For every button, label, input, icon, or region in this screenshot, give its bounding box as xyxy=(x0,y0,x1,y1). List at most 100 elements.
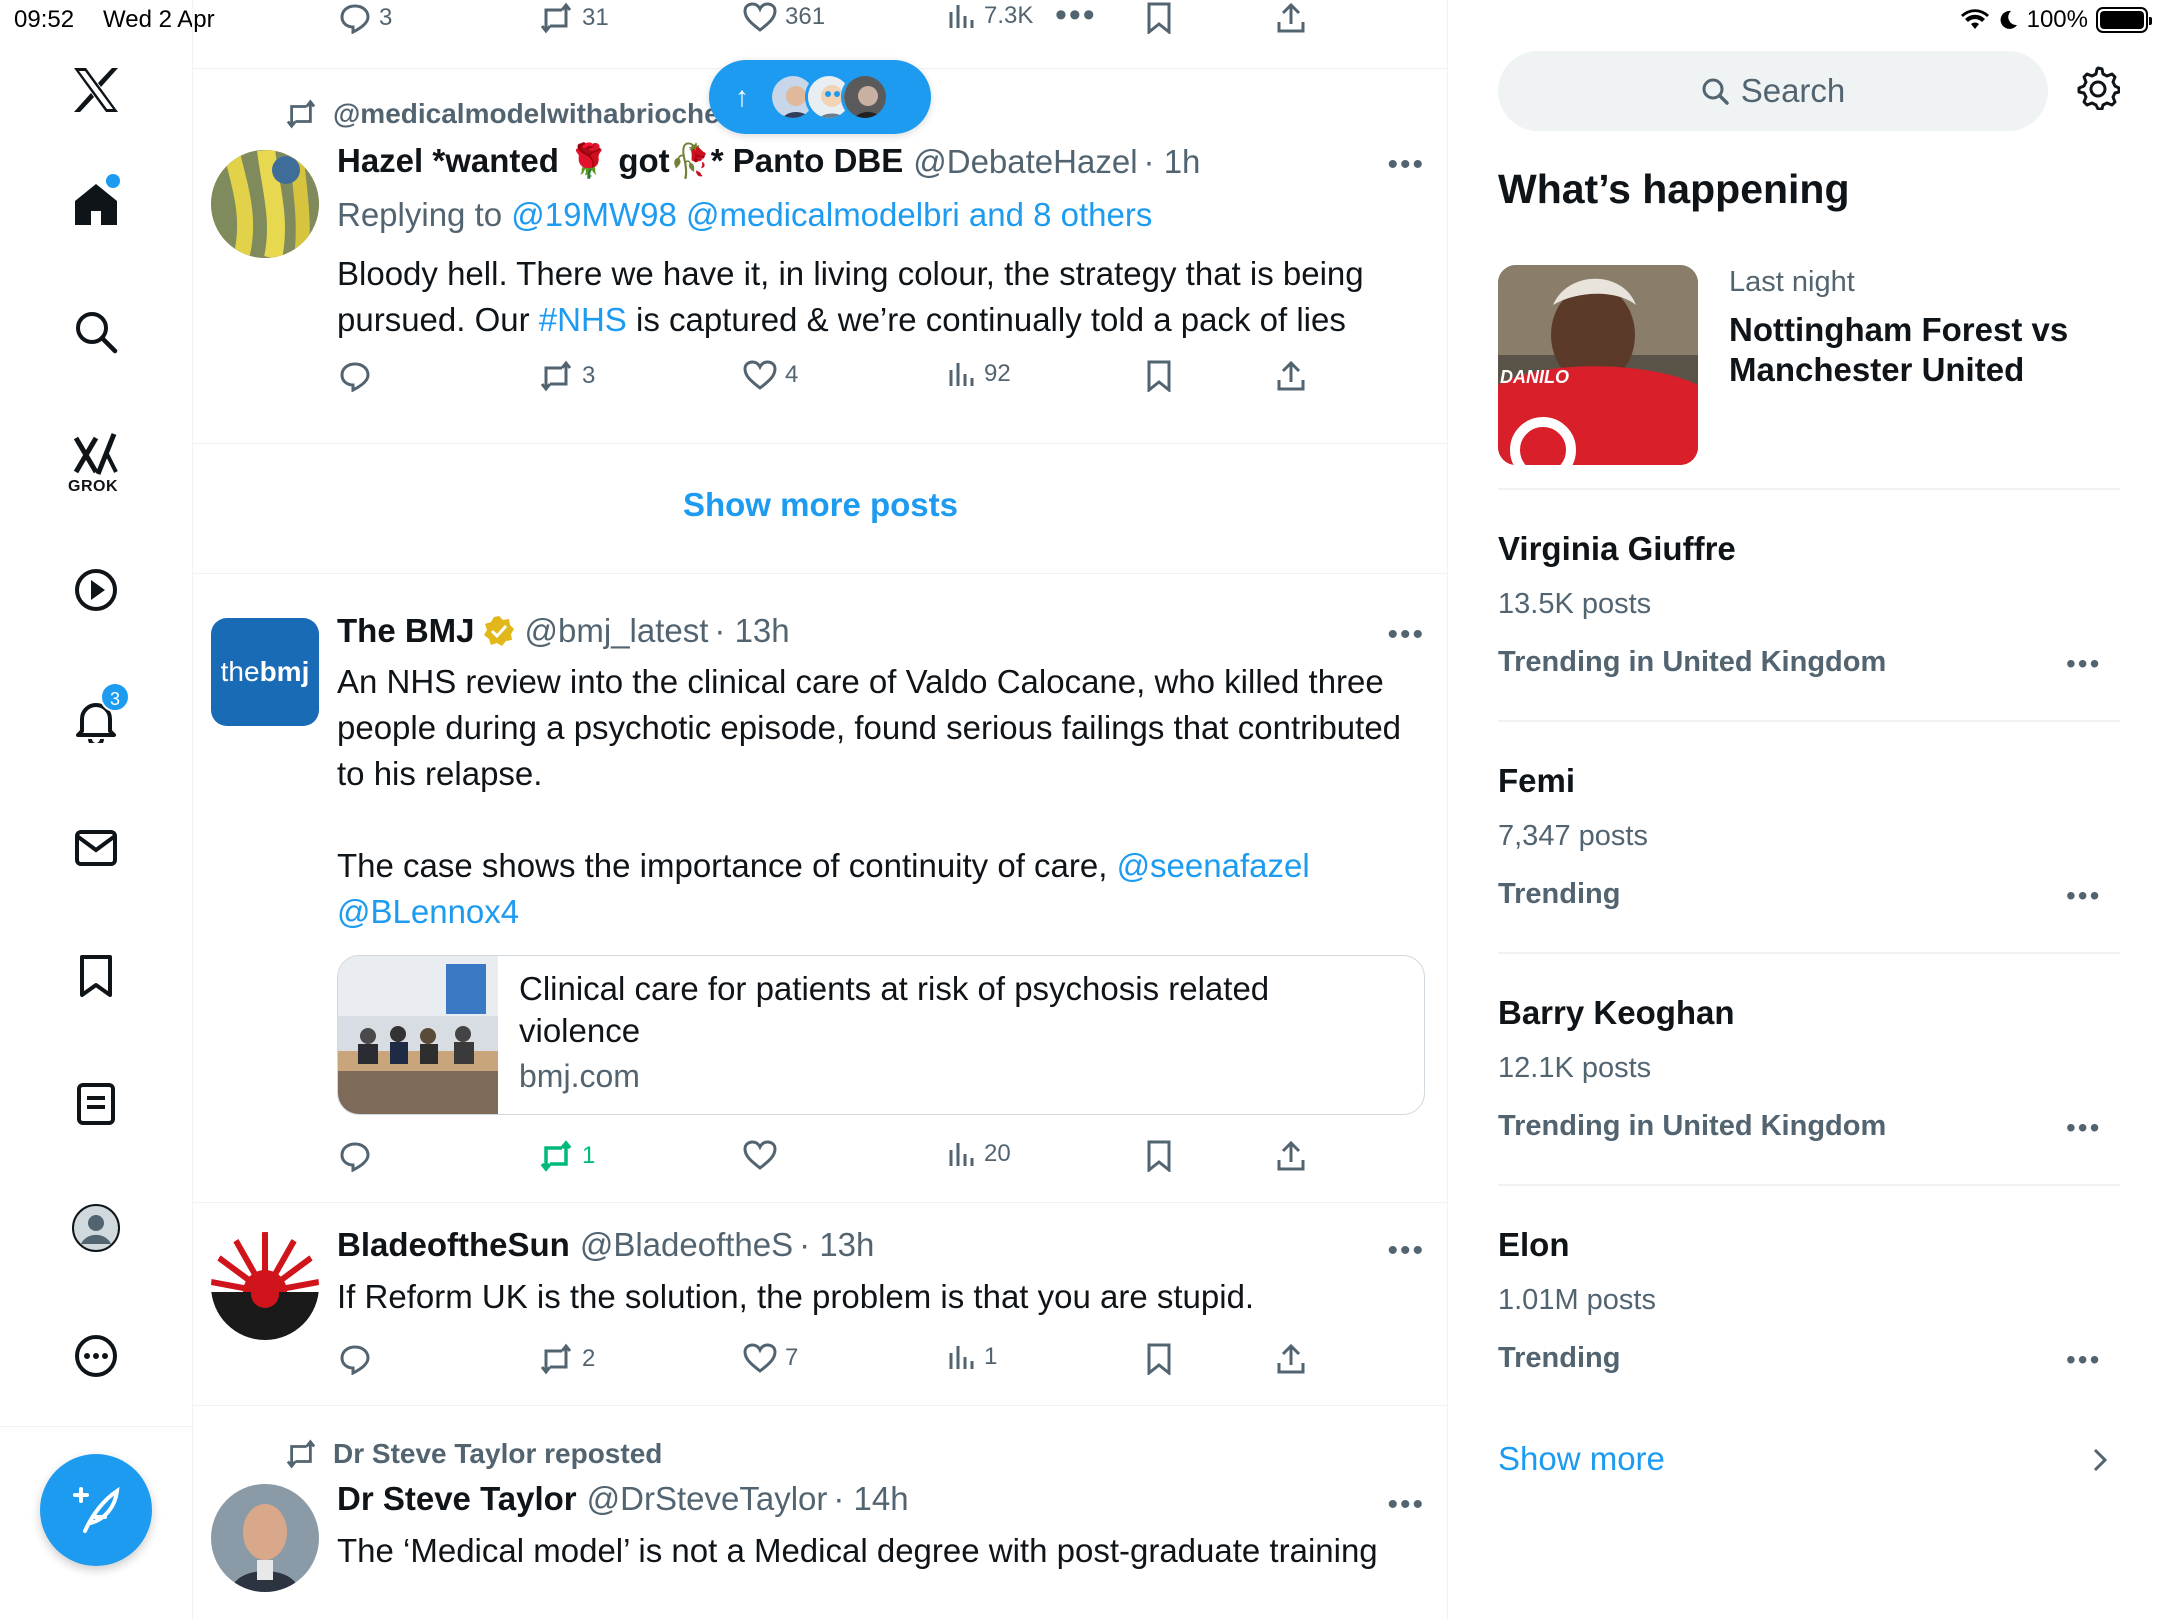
views-chart-icon xyxy=(949,363,974,386)
lists-icon[interactable] xyxy=(70,1078,122,1130)
repost-icon xyxy=(540,1343,572,1375)
user-handle[interactable]: @bmj_latest xyxy=(525,612,709,650)
share-button[interactable] xyxy=(1276,360,1306,392)
nav-divider xyxy=(0,1426,193,1427)
reply-button[interactable] xyxy=(339,1140,371,1172)
post-time[interactable]: · 13h xyxy=(714,612,789,650)
chevron-right-icon[interactable] xyxy=(2092,1446,2108,1474)
trend-posts: 13.5K posts xyxy=(1498,588,1652,620)
trend-more-icon[interactable]: ••• xyxy=(2066,1344,2101,1376)
bookmarks-icon[interactable] xyxy=(70,950,122,1002)
more-options-icon[interactable] xyxy=(70,1330,122,1382)
x-logo-icon[interactable] xyxy=(70,64,122,116)
post-time[interactable]: · 1h xyxy=(1144,143,1201,181)
views-button[interactable]: 7.3K xyxy=(948,2,1033,30)
notifications-bell-icon[interactable]: 3 xyxy=(70,682,130,746)
grok-icon[interactable] xyxy=(70,428,122,480)
like-button[interactable]: 7 xyxy=(743,1343,798,1373)
views-button[interactable]: 92 xyxy=(948,360,1011,388)
bookmark-button[interactable] xyxy=(1146,360,1172,392)
messages-envelope-icon[interactable] xyxy=(70,822,122,874)
settings-gear-icon[interactable] xyxy=(2076,66,2120,110)
display-name[interactable]: Dr Steve Taylor xyxy=(337,1480,577,1518)
views-count: 20 xyxy=(984,1140,1011,1167)
bookmark-button[interactable] xyxy=(1146,1343,1172,1375)
avatar-bladeofthesun[interactable] xyxy=(211,1232,319,1340)
repost-button[interactable]: 3 xyxy=(538,360,595,392)
post-text-part: The case shows the importance of continu… xyxy=(337,847,1117,884)
more-options-dots[interactable]: ••• xyxy=(1055,0,1097,35)
views-chart-icon xyxy=(949,1143,974,1166)
share-button[interactable] xyxy=(1276,2,1306,34)
heart-icon xyxy=(743,1140,777,1170)
like-button[interactable]: 361 xyxy=(743,2,825,32)
share-icon xyxy=(1277,2,1305,33)
user-handle[interactable]: @BladeoftheS xyxy=(580,1226,793,1264)
share-button[interactable] xyxy=(1276,1343,1306,1375)
show-more-posts-link[interactable]: Show more posts xyxy=(193,486,1448,524)
divider xyxy=(193,443,1448,444)
repost-context-text[interactable]: Dr Steve Taylor reposted xyxy=(333,1438,662,1470)
link-preview-card[interactable]: Clinical care for patients at risk of ps… xyxy=(337,955,1425,1115)
divider xyxy=(1498,720,2120,722)
display-name[interactable]: The BMJ xyxy=(337,612,475,650)
search-input[interactable]: Search xyxy=(1498,51,2048,131)
reply-icon xyxy=(340,1142,370,1172)
post-text: If Reform UK is the solution, the proble… xyxy=(337,1278,1255,1315)
bookmark-button[interactable] xyxy=(1146,1140,1172,1172)
like-button[interactable]: 4 xyxy=(743,360,798,390)
share-button[interactable] xyxy=(1276,1140,1306,1172)
bookmark-button[interactable] xyxy=(1146,2,1172,34)
reply-button[interactable] xyxy=(339,360,379,392)
post-more-icon[interactable]: ••• xyxy=(1387,1488,1425,1522)
user-handle[interactable]: @DebateHazel xyxy=(913,143,1137,181)
trend-meta: Trending in United Kingdom xyxy=(1498,646,1887,678)
mention-link[interactable]: @seenafazel xyxy=(1117,847,1310,884)
mention-link[interactable]: @BLennox4 xyxy=(337,893,519,930)
search-icon[interactable] xyxy=(70,306,122,358)
bookmark-icon xyxy=(1147,360,1171,392)
trend-posts: 1.01M posts xyxy=(1498,1284,1656,1316)
reply-button[interactable] xyxy=(339,1343,371,1375)
trend-posts: 7,347 posts xyxy=(1498,820,1648,852)
post-time[interactable]: · 13h xyxy=(799,1226,874,1264)
avatar-bmj[interactable]: thebmj xyxy=(211,618,319,726)
replying-to-users[interactable]: @19MW98 @medicalmodelbri and 8 others xyxy=(511,196,1152,233)
display-name[interactable]: Hazel *wanted 🌹 got🥀* Panto DBE xyxy=(337,142,903,181)
trend-name: Virginia Giuffre xyxy=(1498,530,1736,567)
trend-more-icon[interactable]: ••• xyxy=(2066,648,2101,680)
views-button[interactable]: 1 xyxy=(948,1343,997,1371)
home-icon[interactable] xyxy=(70,174,122,230)
show-more-trends-link[interactable]: Show more xyxy=(1498,1440,1665,1478)
trend-more-icon[interactable]: ••• xyxy=(2066,880,2101,912)
repost-icon xyxy=(540,360,572,392)
post-actions: 1 20 xyxy=(193,1140,1448,1180)
sidebar-nav: GROK 3 xyxy=(0,0,193,1620)
avatar-drstevetaylor[interactable] xyxy=(211,1484,319,1592)
repost-button[interactable]: 2 xyxy=(538,1343,595,1375)
repost-button[interactable]: 31 xyxy=(538,2,609,34)
like-count: 4 xyxy=(785,361,799,388)
post-more-icon[interactable]: ••• xyxy=(1387,1234,1425,1268)
trend-more-icon[interactable]: ••• xyxy=(2066,1112,2101,1144)
new-posts-pill[interactable]: ↑ xyxy=(709,60,931,134)
reply-button[interactable]: 3 xyxy=(339,2,392,34)
like-button[interactable] xyxy=(743,1140,785,1170)
trend-posts: 12.1K posts xyxy=(1498,1052,1652,1084)
views-chart-icon xyxy=(949,1346,974,1369)
compose-feather-icon xyxy=(73,1486,120,1533)
display-name[interactable]: BladeoftheSun xyxy=(337,1226,570,1264)
repost-button[interactable]: 1 xyxy=(538,1140,595,1172)
post-time[interactable]: · 14h xyxy=(833,1480,908,1518)
post-more-icon[interactable]: ••• xyxy=(1387,618,1425,652)
hashtag-link[interactable]: #NHS xyxy=(539,301,627,338)
profile-avatar-icon[interactable] xyxy=(70,1202,122,1254)
heart-icon xyxy=(743,360,777,390)
user-handle[interactable]: @DrSteveTaylor xyxy=(587,1480,828,1518)
views-button[interactable]: 20 xyxy=(948,1140,1011,1168)
compose-post-button[interactable] xyxy=(40,1454,152,1566)
video-play-icon[interactable] xyxy=(70,564,122,616)
repost-count: 2 xyxy=(582,1345,596,1372)
avatar-hazel[interactable] xyxy=(211,150,319,258)
post-more-icon[interactable]: ••• xyxy=(1387,148,1425,182)
